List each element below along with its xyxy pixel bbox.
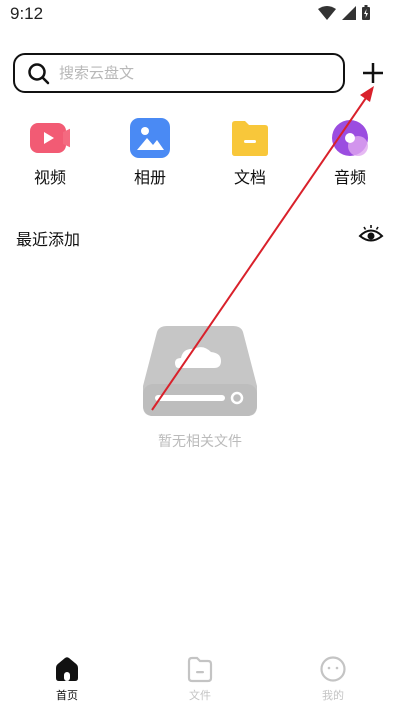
nav-item-home[interactable]: 首页 (27, 655, 107, 703)
category-label: 视频 (33, 168, 66, 187)
profile-icon (319, 655, 347, 683)
video-icon (30, 118, 76, 158)
eye-icon (358, 225, 384, 250)
search-icon (27, 62, 51, 90)
empty-state-text: 暂无相关文件 (158, 434, 242, 450)
photo-album-icon (130, 118, 170, 158)
category-video[interactable]: 视频 (18, 118, 82, 188)
category-label: 文档 (233, 168, 266, 187)
recent-section-title: 最近添加 (16, 230, 81, 249)
document-folder-icon (230, 118, 270, 158)
nav-label: 文件 (189, 689, 211, 702)
battery-icon (362, 5, 370, 24)
status-bar: 9:12 (0, 0, 400, 28)
audio-icon (330, 118, 370, 158)
search-input[interactable] (59, 61, 329, 85)
nav-item-profile[interactable]: 我的 (293, 655, 373, 703)
category-audio[interactable]: 音频 (318, 118, 382, 188)
category-row: 视频 相册 文档 音频 (0, 118, 400, 188)
nav-label: 首页 (56, 689, 78, 702)
visibility-toggle[interactable] (358, 224, 384, 246)
status-time: 9:12 (10, 4, 44, 23)
add-button[interactable] (358, 58, 388, 88)
plus-icon (358, 63, 388, 92)
nav-label: 我的 (322, 689, 344, 702)
search-box[interactable] (13, 53, 345, 93)
category-photos[interactable]: 相册 (118, 118, 182, 188)
file-folder-icon (186, 655, 214, 683)
category-documents[interactable]: 文档 (218, 118, 282, 188)
category-label: 相册 (133, 168, 166, 187)
category-label: 音频 (333, 168, 366, 187)
wifi-icon (318, 5, 336, 24)
home-icon (53, 655, 81, 683)
cloud-drive-icon (143, 326, 257, 416)
signal-icon (342, 5, 356, 24)
nav-item-files[interactable]: 文件 (160, 655, 240, 703)
bottom-nav: 首页 文件 我的 (0, 655, 400, 711)
